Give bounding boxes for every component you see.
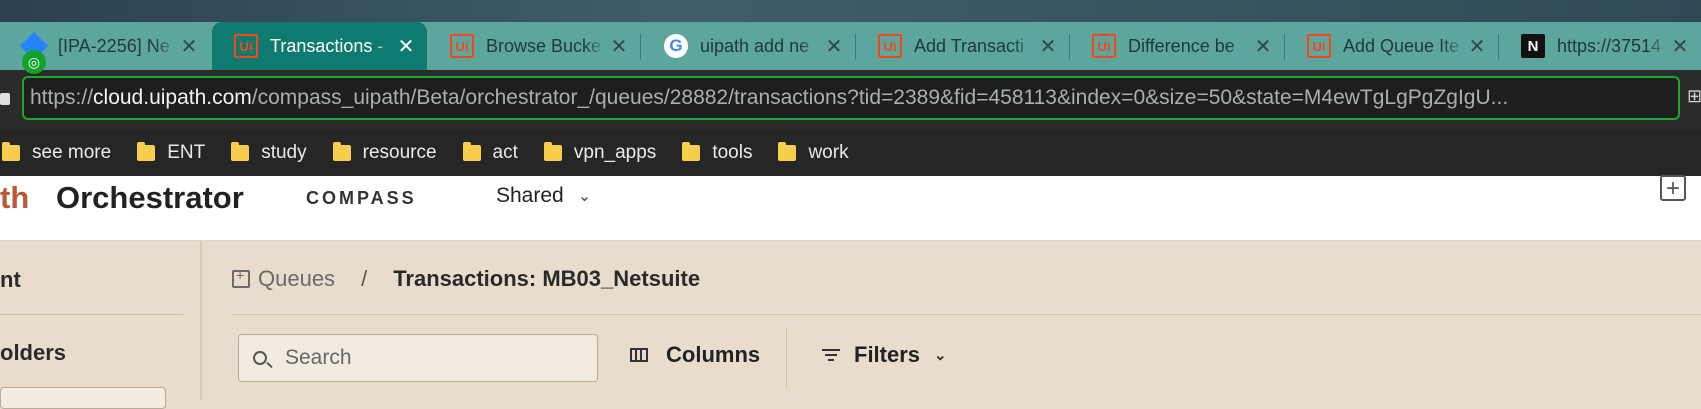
google-icon: G [664, 34, 688, 58]
filters-button[interactable]: Filters ⌄ [822, 342, 947, 368]
folder-search-box[interactable] [0, 387, 166, 409]
folder-icon [462, 142, 481, 161]
address-bar[interactable]: https://cloud.uipath.com/compass_uipath/… [22, 76, 1680, 120]
tab-title: Difference be [1128, 35, 1235, 56]
uipath-icon: Ui [234, 34, 258, 58]
search-icon [253, 351, 267, 365]
close-icon[interactable]: ✕ [1037, 34, 1059, 59]
notion-icon: N [1521, 34, 1545, 58]
bookmark-see-more[interactable]: see more [2, 142, 111, 164]
nav-item-tenant[interactable]: nt [0, 267, 21, 293]
filter-icon [822, 349, 840, 361]
breadcrumb-separator: / [361, 266, 368, 291]
bookmarks-bar: see more ENT study resource act vpn_apps… [0, 130, 1701, 176]
folder-icon [543, 142, 562, 161]
folder-icon [332, 142, 351, 161]
bookmark-work[interactable]: work [778, 142, 849, 164]
tab-title: [IPA-2256] Ne [58, 35, 170, 56]
breadcrumb: Queues / Transactions: MB03_Netsuite [232, 266, 700, 292]
chevron-down-icon: ⌄ [577, 188, 592, 205]
bookmark-label: act [492, 142, 518, 163]
url-host: cloud.uipath.com [93, 86, 252, 109]
page-title: Transactions: MB03_Netsuite [393, 266, 701, 291]
tab-transactions[interactable]: Ui Transactions - ✕ [212, 22, 427, 70]
uipath-icon: Ui [450, 34, 474, 58]
bookmark-vpn-apps[interactable]: vpn_apps [543, 142, 657, 164]
bookmark-label: ENT [167, 142, 206, 163]
tab-notion[interactable]: N https://37514 ✕ [1499, 22, 1701, 70]
close-icon[interactable]: ✕ [608, 34, 630, 59]
filters-label: Filters [854, 342, 921, 367]
close-icon[interactable]: ✕ [823, 34, 845, 59]
address-bar-row: https://cloud.uipath.com/compass_uipath/… [0, 70, 1701, 130]
close-icon[interactable]: ✕ [1669, 34, 1691, 59]
app-header: th Orchestrator COMPASS Shared ⌄ [0, 176, 1701, 241]
close-icon[interactable]: ✕ [178, 34, 200, 59]
tab-separator [640, 34, 641, 60]
close-icon[interactable]: ✕ [395, 34, 417, 59]
brand-logo[interactable]: th [0, 180, 29, 216]
folder-selector[interactable]: Shared ⌄ [496, 184, 591, 208]
window-titlebar [0, 0, 1701, 22]
queues-icon [232, 267, 250, 288]
bookmark-act[interactable]: act [462, 142, 518, 164]
search-input[interactable] [283, 345, 587, 371]
app-name[interactable]: Orchestrator [56, 180, 244, 216]
lock-icon[interactable] [0, 93, 10, 105]
header-divider [232, 314, 1701, 315]
bookmark-label: study [261, 142, 307, 163]
browser-tab-strip: [IPA-2256] Ne ✕ Ui Transactions - ✕ Ui B… [0, 0, 1701, 70]
search-box[interactable] [238, 334, 598, 382]
extension-icon[interactable]: ◎ [22, 50, 46, 74]
breadcrumb-queues-link[interactable]: Queues [258, 266, 335, 292]
folder-selector-label: Shared [496, 184, 564, 207]
bookmark-label: work [808, 142, 849, 163]
bookmark-study[interactable]: study [231, 142, 307, 164]
tab-browse-buckets[interactable]: Ui Browse Bucke ✕ [428, 22, 640, 70]
tab-title: https://37514 [1557, 35, 1662, 56]
bookmark-resource[interactable]: resource [332, 142, 437, 164]
left-nav: nt olders [0, 241, 202, 409]
folder-icon [137, 142, 156, 161]
folder-icon [682, 142, 701, 161]
folder-icon [231, 142, 250, 161]
apps-grid-icon[interactable]: ⊞ [1687, 86, 1701, 108]
chevron-down-icon: ⌄ [934, 347, 947, 364]
close-icon[interactable]: ✕ [1252, 34, 1274, 59]
toolbar-divider [786, 328, 787, 388]
folder-icon [2, 142, 20, 161]
folder-icon [778, 142, 797, 161]
close-icon[interactable]: ✕ [1466, 34, 1488, 59]
tab-title: Transactions - [270, 35, 384, 56]
tab-title: uipath add ne [700, 35, 810, 56]
uipath-icon: Ui [1092, 34, 1116, 58]
nav-item-folders[interactable]: olders [0, 340, 66, 366]
bookmark-ent[interactable]: ENT [137, 142, 205, 164]
tenant-name: COMPASS [306, 188, 417, 208]
bookmark-label: resource [362, 142, 437, 163]
tab-title: Add Queue Ite [1343, 35, 1460, 56]
bookmark-tools[interactable]: tools [682, 142, 752, 164]
url-scheme: https:// [30, 86, 94, 109]
tab-title: Add Transacti [914, 35, 1025, 56]
url-path: /compass_uipath/Beta/orchestrator_/queue… [251, 86, 1509, 109]
columns-icon [630, 348, 648, 362]
add-icon[interactable]: + [1660, 175, 1686, 201]
bookmark-label: vpn_apps [573, 142, 657, 163]
tab-add-queue-item[interactable]: Ui Add Queue Ite ✕ [1285, 22, 1498, 70]
tab-title: Browse Bucke [486, 35, 602, 56]
bookmark-label: tools [712, 142, 753, 163]
tab-google-search[interactable]: G uipath add ne ✕ [642, 22, 855, 70]
uipath-icon: Ui [878, 34, 902, 58]
uipath-icon: Ui [1307, 34, 1331, 58]
bookmark-label: see more [32, 142, 112, 163]
columns-button[interactable]: Columns [630, 342, 760, 368]
nav-divider [0, 314, 183, 315]
tab-difference[interactable]: Ui Difference be ✕ [1070, 22, 1284, 70]
columns-label: Columns [666, 342, 761, 367]
tab-add-transaction[interactable]: Ui Add Transacti ✕ [856, 22, 1069, 70]
